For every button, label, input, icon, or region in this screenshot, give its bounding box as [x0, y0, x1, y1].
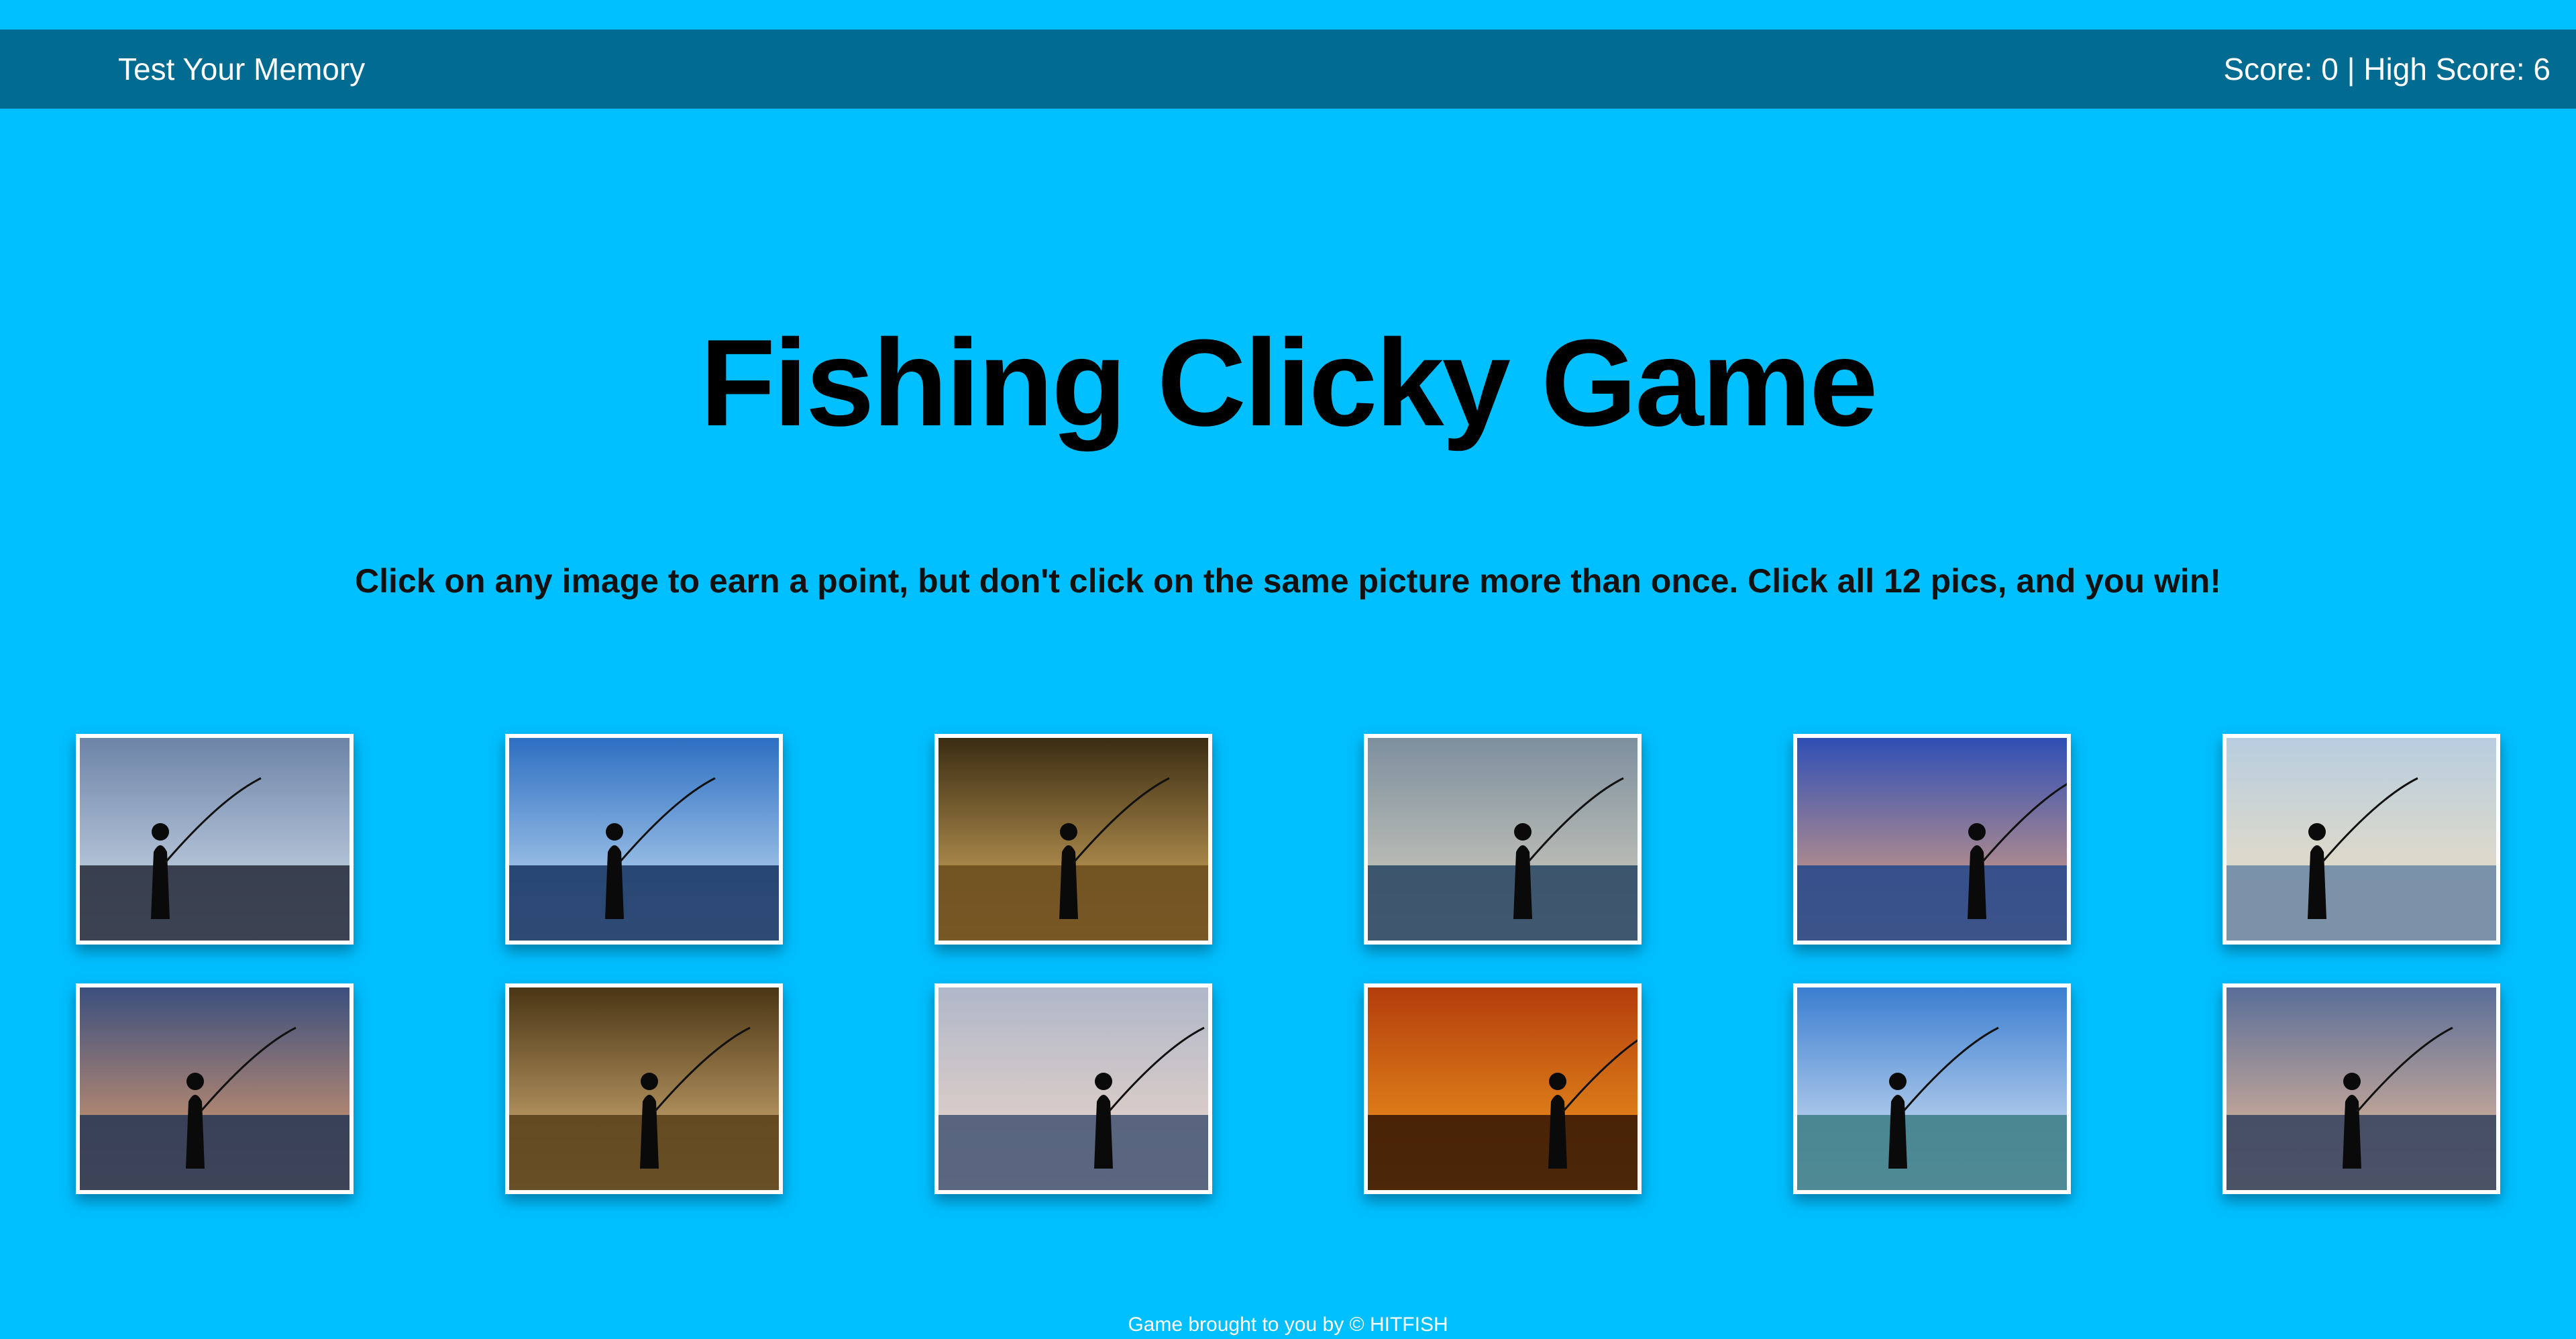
- fishing-photo: [1797, 738, 2067, 941]
- fishing-photo: [2226, 738, 2496, 941]
- game-image-card[interactable]: [2222, 983, 2500, 1194]
- fishing-photo: [938, 987, 1208, 1190]
- game-image-card[interactable]: [1364, 734, 1642, 945]
- game-image-card[interactable]: [1364, 983, 1642, 1194]
- fishing-photo: [80, 987, 350, 1190]
- fishing-photo: [509, 738, 779, 941]
- fishing-photo: [509, 987, 779, 1190]
- fishing-photo: [1797, 987, 2067, 1190]
- game-image-card[interactable]: [1793, 734, 2071, 945]
- footer-credit: Game brought to you by © HITFISH: [1128, 1314, 1448, 1336]
- fishing-photo: [1368, 738, 1638, 941]
- game-image-card[interactable]: [1793, 983, 2071, 1194]
- game-image-card[interactable]: [505, 734, 783, 945]
- image-grid: [0, 0, 2576, 1339]
- game-image-card[interactable]: [505, 983, 783, 1194]
- game-image-card[interactable]: [2222, 734, 2500, 945]
- game-image-card[interactable]: [934, 734, 1212, 945]
- fishing-photo: [1368, 987, 1638, 1190]
- game-image-card[interactable]: [934, 983, 1212, 1194]
- game-image-card[interactable]: [76, 983, 354, 1194]
- game-image-card[interactable]: [76, 734, 354, 945]
- fishing-photo: [80, 738, 350, 941]
- fishing-photo: [2226, 987, 2496, 1190]
- fishing-photo: [938, 738, 1208, 941]
